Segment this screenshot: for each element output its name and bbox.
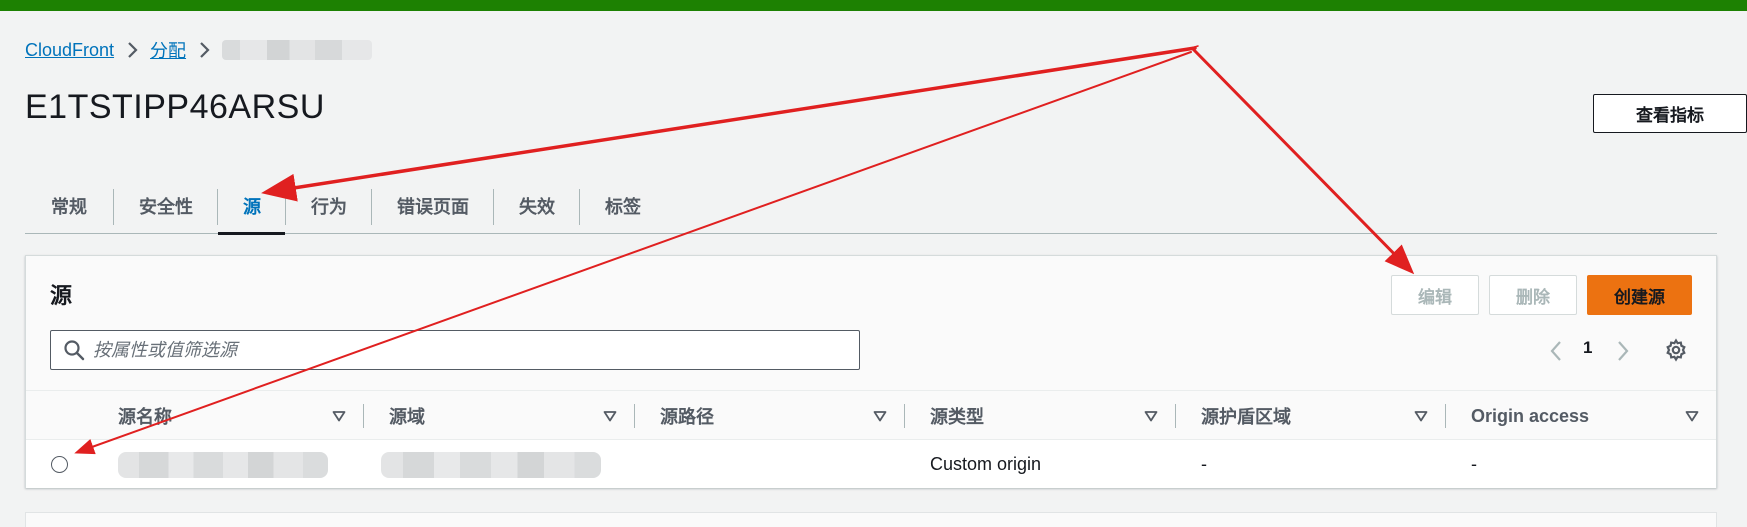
search-box [50, 330, 860, 370]
tab-behaviors[interactable]: 行为 [286, 178, 371, 234]
search-input[interactable] [93, 339, 793, 361]
tab-bar: 常规 安全性 源 行为 错误页面 失效 标签 [25, 178, 1717, 235]
chevron-right-icon[interactable] [1616, 338, 1630, 364]
column-divider[interactable] [1445, 404, 1446, 428]
column-origin-path[interactable]: 源路径 [660, 391, 714, 441]
column-divider[interactable] [363, 404, 364, 428]
column-origin-shield-region[interactable]: 源护盾区域 [1201, 391, 1291, 441]
origins-table-header: 源名称 源域 源路径 源类型 源护盾区域 Origin access [26, 390, 1716, 440]
column-divider[interactable] [904, 404, 905, 428]
tab-general[interactable]: 常规 [25, 178, 113, 234]
panel-title: 源 [50, 283, 73, 308]
chevron-right-icon [198, 41, 210, 59]
caret-down-icon[interactable] [1414, 409, 1428, 427]
edit-button[interactable]: 编辑 [1391, 275, 1479, 315]
chevron-left-icon[interactable] [1549, 338, 1563, 364]
search-icon [63, 339, 85, 361]
column-origin-type[interactable]: 源类型 [930, 391, 984, 441]
next-panel-edge [25, 512, 1717, 527]
gear-icon[interactable] [1664, 337, 1688, 363]
top-status-bar [0, 0, 1747, 11]
tab-origins[interactable]: 源 [218, 178, 285, 235]
column-divider[interactable] [1175, 404, 1176, 428]
column-divider[interactable] [634, 404, 635, 428]
origin-shield-region-cell: - [1201, 453, 1207, 474]
page-title: E1TSTIPP46ARSU [25, 88, 325, 126]
origins-panel: 源 编辑 删除 创建源 1 源名称 源域 源路径 源类型 [25, 255, 1717, 488]
pagination-current-page[interactable]: 1 [1583, 338, 1592, 358]
origin-name-redacted [118, 452, 328, 478]
arrow-to-origins-tab [261, 46, 1197, 202]
row-select-radio[interactable] [51, 456, 68, 473]
caret-down-icon[interactable] [1685, 409, 1699, 427]
table-row[interactable]: Custom origin - - [26, 440, 1716, 488]
origin-type-cell: Custom origin [930, 453, 1042, 474]
origin-access-cell: - [1471, 453, 1477, 474]
origin-domain-redacted [381, 452, 601, 478]
tab-tags[interactable]: 标签 [580, 178, 665, 234]
breadcrumb-distributions-link[interactable]: 分配 [150, 37, 186, 63]
column-origin-domain[interactable]: 源域 [389, 391, 425, 441]
caret-down-icon[interactable] [332, 409, 346, 427]
chevron-right-icon [126, 41, 138, 59]
caret-down-icon[interactable] [873, 409, 887, 427]
column-origin-access[interactable]: Origin access [1471, 391, 1589, 441]
caret-down-icon[interactable] [603, 409, 617, 427]
tab-security[interactable]: 安全性 [114, 178, 217, 234]
tab-invalidations[interactable]: 失效 [494, 178, 579, 234]
breadcrumb-cloudfront-link[interactable]: CloudFront [25, 40, 114, 61]
breadcrumb-current-redacted [222, 40, 373, 60]
delete-button[interactable]: 删除 [1489, 275, 1577, 315]
column-origin-name[interactable]: 源名称 [118, 391, 172, 441]
breadcrumb: CloudFront 分配 [25, 37, 373, 63]
caret-down-icon[interactable] [1144, 409, 1158, 427]
arrow-to-edit-button [1191, 47, 1415, 275]
view-metrics-button[interactable]: 查看指标 [1593, 94, 1747, 133]
create-origin-button[interactable]: 创建源 [1587, 275, 1692, 315]
tab-error-pages[interactable]: 错误页面 [372, 178, 493, 234]
